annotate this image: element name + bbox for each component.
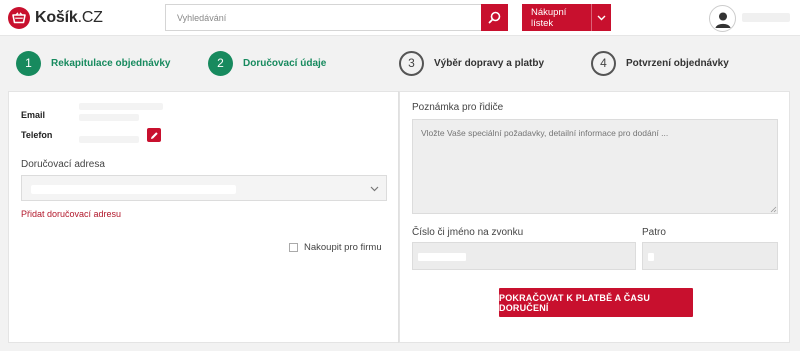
company-purchase-label[interactable]: Nakoupit pro firmu <box>304 242 382 253</box>
user-avatar-icon[interactable] <box>709 5 736 32</box>
checkout-steps: 1 Rekapitulace objednávky 2 Doručovací ú… <box>0 37 800 89</box>
logo-name: Košík <box>35 9 78 26</box>
email-value-redacted-2 <box>79 114 139 121</box>
delivery-address-label: Doručovací adresa <box>21 159 105 170</box>
phone-value-redacted <box>79 136 139 143</box>
floor-label: Patro <box>642 227 666 238</box>
chevron-down-icon[interactable] <box>591 4 611 31</box>
step-order-summary[interactable]: 1 Rekapitulace objednávky <box>16 50 171 76</box>
search-input[interactable] <box>166 5 476 30</box>
step-label: Rekapitulace objednávky <box>51 57 171 69</box>
step-number: 2 <box>208 50 233 76</box>
site-logo[interactable]: Košík.CZ <box>8 6 103 30</box>
chevron-down-icon <box>370 186 379 192</box>
driver-note-label: Poznámka pro řidiče <box>412 102 504 113</box>
shopping-basket-icon <box>8 7 30 29</box>
step-number: 3 <box>399 50 424 76</box>
step-label: Výběr dopravy a platby <box>434 57 545 69</box>
shopping-list-label: Nákupní lístek <box>531 6 567 29</box>
step-number: 4 <box>591 50 616 76</box>
continue-to-payment-button[interactable]: POKRAČOVAT K PLATBĚ A ČASU DORUČENÍ <box>499 288 693 317</box>
delivery-address-select[interactable] <box>21 175 387 201</box>
logo-text: Košík.CZ <box>35 9 103 27</box>
resize-grip-icon[interactable] <box>770 206 777 213</box>
company-purchase-option[interactable]: Nakoupit pro firmu <box>289 242 382 253</box>
driver-note-textarea[interactable] <box>412 119 778 214</box>
email-value-redacted <box>79 103 163 110</box>
contact-address-panel: Email Telefon Doručovací adresa Přidat d… <box>8 91 399 343</box>
step-label: Potvrzení objednávky <box>626 57 729 69</box>
floor-input[interactable] <box>642 242 778 270</box>
pencil-icon <box>150 131 158 139</box>
step-order-confirmation: 4 Potvrzení objednávky <box>591 50 729 76</box>
step-shipping-payment: 3 Výběr dopravy a platby <box>399 50 544 76</box>
email-label: Email <box>21 110 46 120</box>
edit-contact-button[interactable] <box>147 128 161 142</box>
top-header: Košík.CZ Nákupní lístek <box>0 0 800 36</box>
doorbell-value-redacted <box>418 253 466 261</box>
step-number: 1 <box>16 50 41 76</box>
step-delivery-details: 2 Doručovací údaje <box>208 50 326 76</box>
doorbell-input[interactable] <box>412 242 636 270</box>
step-label: Doručovací údaje <box>243 57 327 69</box>
shopping-list-button[interactable]: Nákupní lístek <box>522 4 611 31</box>
add-address-link[interactable]: Přidat doručovací adresu <box>21 209 121 219</box>
doorbell-label: Číslo či jméno na zvonku <box>412 227 524 238</box>
user-name-redacted[interactable] <box>742 13 790 22</box>
search-icon <box>488 11 501 24</box>
company-purchase-checkbox[interactable] <box>289 243 298 252</box>
delivery-note-panel: Poznámka pro řidiče Číslo či jméno na zv… <box>399 91 790 343</box>
floor-value-redacted <box>648 253 654 261</box>
search-button[interactable] <box>481 4 508 31</box>
logo-tld: .CZ <box>77 9 103 26</box>
phone-label: Telefon <box>21 130 53 140</box>
search-box <box>165 4 508 31</box>
selected-address-redacted <box>31 185 236 194</box>
